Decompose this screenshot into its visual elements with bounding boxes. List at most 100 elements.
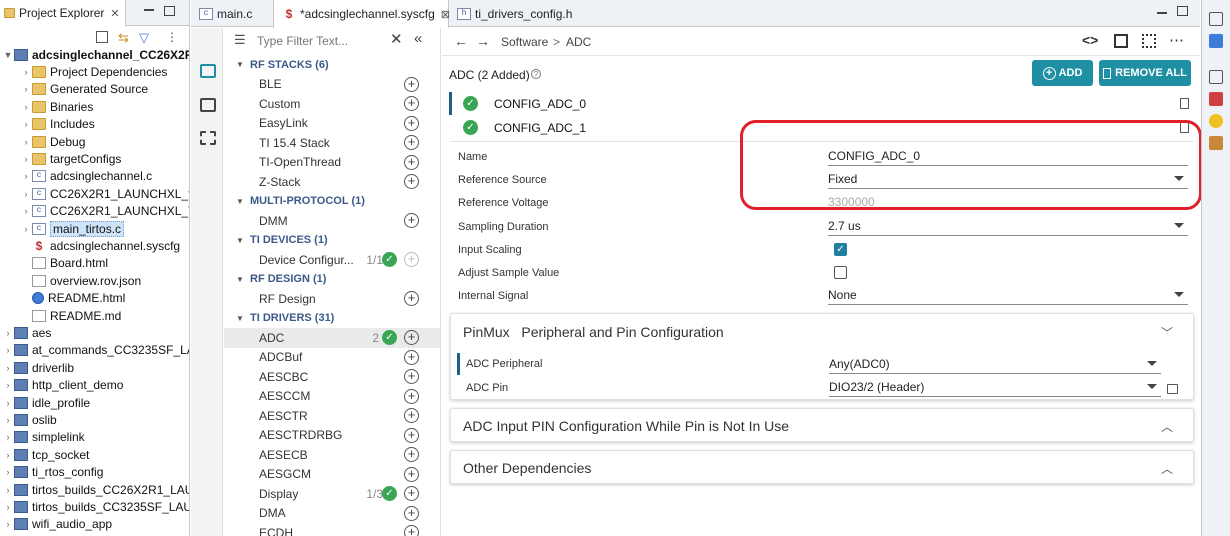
code-view-icon[interactable]: <>	[1082, 32, 1098, 48]
delete-icon[interactable]	[1180, 98, 1189, 109]
module-item[interactable]: BLE +	[224, 75, 440, 95]
chevron-right-icon[interactable]: ›	[20, 154, 32, 164]
chevron-right-icon[interactable]: ›	[20, 102, 32, 112]
module-item[interactable]: AESCCM +	[224, 387, 440, 407]
tree-item[interactable]: › tirtos_builds_CC3235SF_LAUN	[0, 498, 190, 515]
tab-main-c[interactable]: c main.c	[191, 0, 273, 27]
forward-arrow-icon[interactable]: →	[476, 33, 490, 49]
filter-icon[interactable]: ▽	[139, 30, 149, 46]
module-item[interactable]: EasyLink +	[224, 114, 440, 134]
tree-item[interactable]: README.md	[0, 307, 121, 324]
tree-item[interactable]: › Project Dependencies	[0, 63, 168, 80]
add-icon[interactable]: +	[404, 135, 419, 151]
chevron-right-icon[interactable]: ›	[20, 171, 32, 181]
chevron-right-icon[interactable]: ›	[20, 84, 32, 94]
tree-item[interactable]: › idle_profile	[0, 394, 91, 411]
collapse-panel-icon[interactable]: «	[414, 30, 422, 47]
chevron-right-icon[interactable]: ›	[2, 380, 14, 390]
add-icon[interactable]: +	[404, 388, 419, 404]
chevron-down-icon[interactable]: ▼	[236, 314, 244, 323]
project-explorer-tab[interactable]: Project Explorer ✕	[0, 0, 126, 26]
view-menu-icon[interactable]: ⋮	[166, 30, 178, 44]
chip-view-icon[interactable]	[200, 131, 216, 145]
module-item[interactable]: Device Configur... 1/1 ✓ +	[224, 250, 440, 270]
chevron-right-icon[interactable]: ›	[20, 189, 32, 199]
field-checkbox[interactable]	[834, 266, 847, 279]
category-header[interactable]: ▼ RF STACKS (6)	[224, 55, 440, 75]
chevron-right-icon[interactable]: ›	[2, 432, 14, 442]
add-icon[interactable]: +	[404, 252, 419, 268]
module-item[interactable]: AESCBC +	[224, 367, 440, 387]
chevron-right-icon[interactable]: ›	[2, 415, 14, 425]
tab-syscfg[interactable]: $ *adcsinglechannel.syscfg ⊠	[273, 0, 450, 28]
tree-item[interactable]: › targetConfigs	[0, 150, 122, 167]
chevron-right-icon[interactable]: ›	[2, 467, 14, 477]
module-item[interactable]: DMM +	[224, 211, 440, 231]
device-view-icon[interactable]	[1142, 34, 1156, 48]
tree-item[interactable]: ▼ adcsinglechannel_CC26X2R1	[0, 46, 189, 63]
add-icon[interactable]: +	[404, 408, 419, 424]
chevron-right-icon[interactable]: ›	[2, 363, 14, 373]
field-checkbox[interactable]: ✓	[834, 242, 847, 256]
module-item[interactable]: Z-Stack +	[224, 172, 440, 192]
tree-item[interactable]: › Debug	[0, 133, 86, 150]
module-item[interactable]: Display 1/3 ✓ +	[224, 484, 440, 504]
category-header[interactable]: ▼ MULTI-PROTOCOL (1)	[224, 192, 440, 212]
chevron-up-icon[interactable]: ︿	[1161, 418, 1173, 435]
tree-item[interactable]: › c adcsinglechannel.c	[0, 168, 153, 185]
tree-item[interactable]: › Binaries	[0, 98, 94, 115]
chevron-down-icon[interactable]: ▼	[236, 275, 244, 284]
input-pin-panel[interactable]: ADC Input PIN Configuration While Pin is…	[450, 408, 1194, 442]
tree-item[interactable]: › driverlib	[0, 359, 75, 376]
tree-item[interactable]: overview.rov.json	[0, 272, 141, 289]
chevron-right-icon[interactable]: ›	[20, 137, 32, 147]
add-icon[interactable]: +	[404, 427, 419, 443]
add-icon[interactable]: +	[404, 505, 419, 521]
tree-item[interactable]: ›c CC26X2R1_LAUNCHXL_TIR	[0, 203, 190, 220]
tree-item[interactable]: › aes	[0, 324, 52, 341]
add-icon[interactable]: +	[404, 96, 419, 112]
tree-item[interactable]: › Generated Source	[0, 81, 149, 98]
add-button[interactable]: + ADD	[1032, 60, 1093, 86]
problems-icon[interactable]	[1209, 70, 1223, 84]
chevron-right-icon[interactable]: ›	[2, 398, 14, 408]
add-icon[interactable]: +	[404, 76, 419, 92]
add-icon[interactable]: +	[404, 525, 419, 536]
add-icon[interactable]: +	[404, 330, 419, 346]
field-select[interactable]: None	[828, 288, 1188, 306]
module-item[interactable]: ADC 2 ✓ +	[224, 328, 440, 348]
tree-item[interactable]: › http_client_demo	[0, 377, 124, 394]
board-view-icon[interactable]	[1114, 34, 1128, 48]
module-item[interactable]: DMA +	[224, 504, 440, 524]
outline-icon[interactable]	[1209, 12, 1223, 26]
category-header[interactable]: ▼ RF DESIGN (1)	[224, 270, 440, 290]
module-item[interactable]: Custom +	[224, 94, 440, 114]
chevron-down-icon[interactable]: ﹀	[1161, 324, 1173, 341]
chevron-right-icon[interactable]: ›	[20, 67, 32, 77]
other-dependencies-panel[interactable]: Other Dependencies ︿	[450, 450, 1194, 484]
adc-peripheral-select[interactable]: Any(ADC0)	[829, 357, 1161, 374]
add-icon[interactable]: +	[404, 349, 419, 365]
module-item[interactable]: AESGCM +	[224, 465, 440, 485]
chevron-down-icon[interactable]: ▼	[236, 60, 244, 69]
tips-icon[interactable]	[1209, 114, 1223, 128]
chevron-right-icon[interactable]: ›	[2, 519, 14, 529]
tree-item[interactable]: › simplelink	[0, 429, 85, 446]
instance-row[interactable]: ✓ CONFIG_ADC_0	[449, 92, 1189, 115]
filter-input[interactable]	[257, 32, 382, 50]
category-header[interactable]: ▼ TI DEVICES (1)	[224, 231, 440, 251]
tree-item[interactable]: › oslib	[0, 411, 57, 428]
minimize-icon[interactable]	[144, 9, 154, 11]
chevron-up-icon[interactable]: ︿	[1161, 460, 1173, 477]
tree-item[interactable]: › wifi_audio_app	[0, 516, 113, 533]
maximize-icon[interactable]	[1177, 6, 1188, 16]
help-icon[interactable]: ?	[531, 69, 541, 79]
module-item[interactable]: TI-OpenThread +	[224, 153, 440, 173]
tab-ti-drivers-config[interactable]: h ti_drivers_config.h	[449, 0, 589, 27]
tree-item[interactable]: › c CC26X2R1_LAUNCHXL_fxr	[0, 185, 190, 202]
close-icon[interactable]: ✕	[110, 7, 119, 20]
add-icon[interactable]: +	[404, 115, 419, 131]
tree-item[interactable]: › c main_tirtos.c	[0, 220, 125, 237]
tree-item[interactable]: README.html	[0, 290, 125, 307]
registers-icon[interactable]	[1209, 92, 1223, 106]
